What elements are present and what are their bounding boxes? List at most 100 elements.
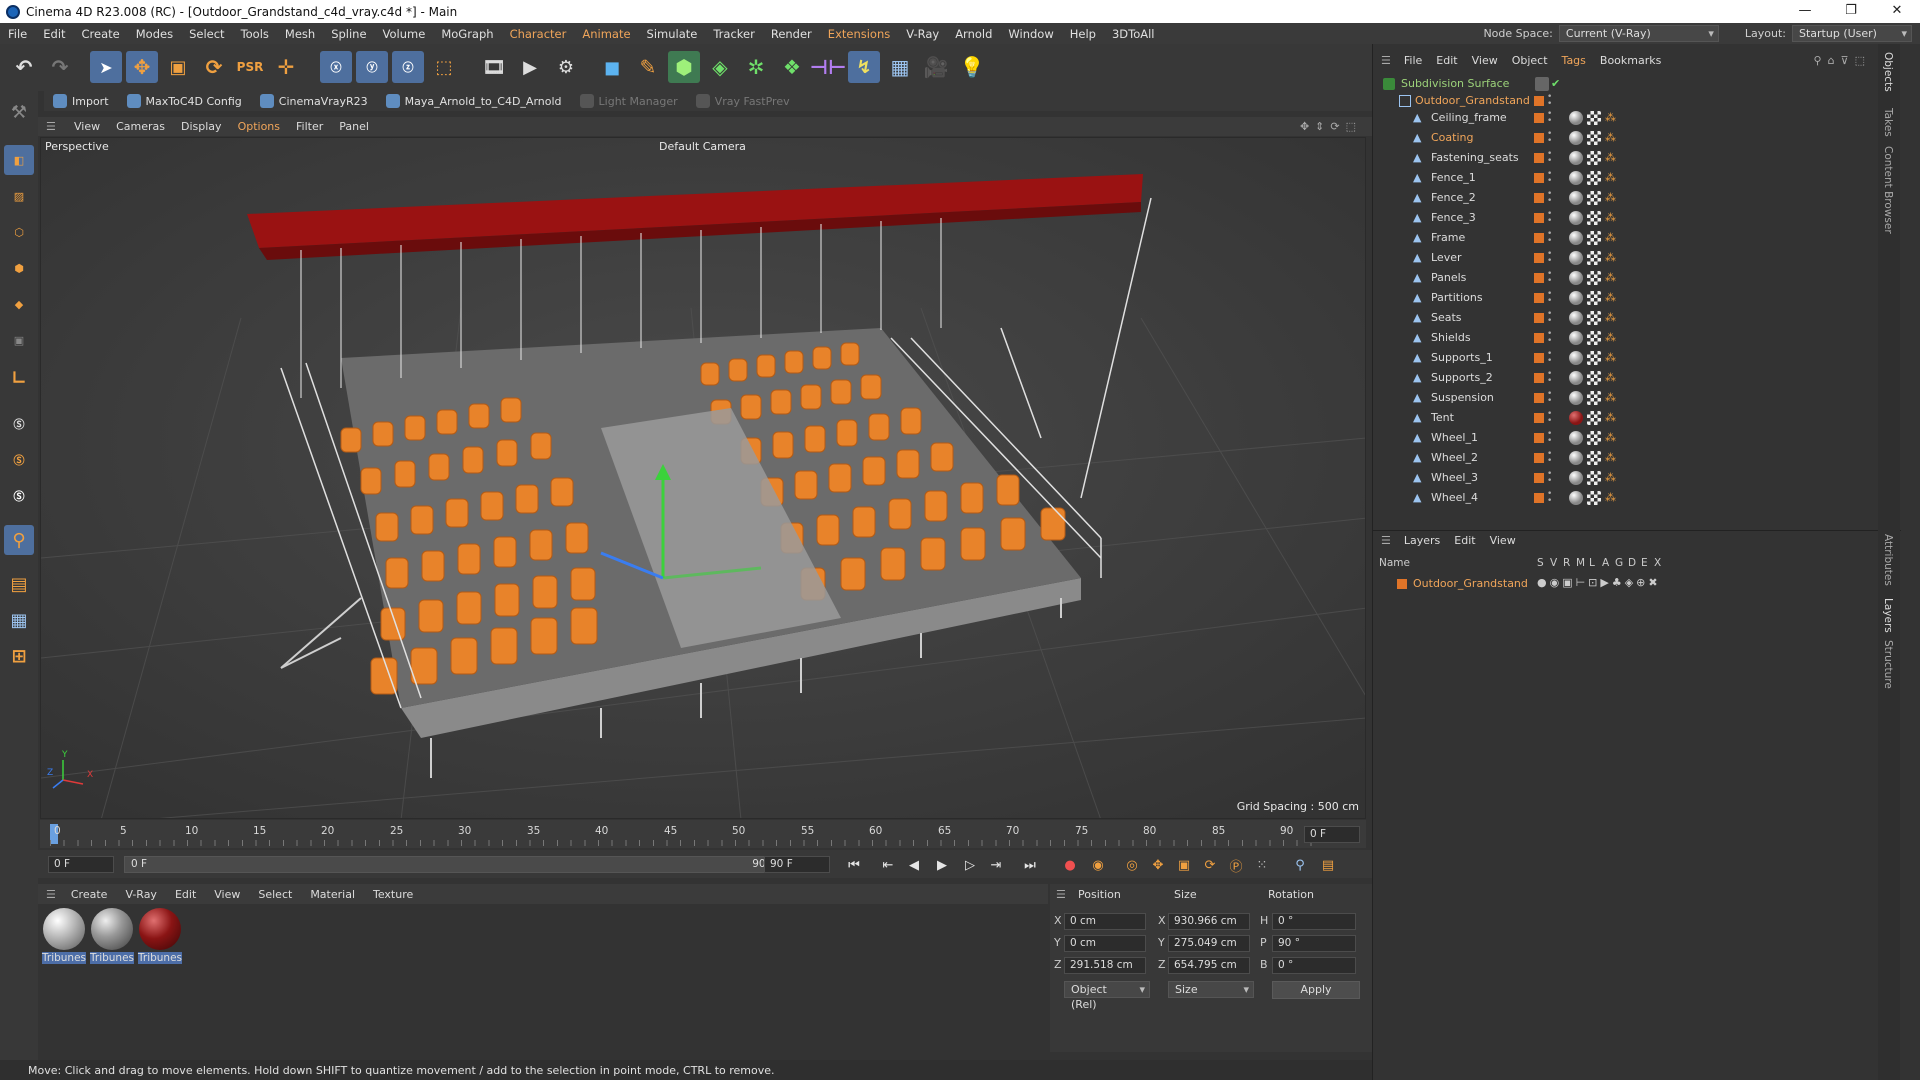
material-tag-icon[interactable]	[1569, 211, 1583, 225]
spline-tool-icon[interactable]: ↯	[848, 51, 880, 83]
workplane-icon[interactable]: ▤	[4, 569, 34, 599]
edit-toggle-icon[interactable]	[1535, 77, 1549, 91]
points-mode-icon[interactable]: ⬡	[4, 217, 34, 247]
uvw-tag-icon[interactable]	[1587, 311, 1601, 325]
menu-modes[interactable]: Modes	[128, 27, 181, 41]
play-icon[interactable]: ▶	[932, 855, 952, 875]
selection-tag-icon[interactable]: ⁂	[1605, 311, 1619, 325]
record-keys-icon[interactable]: ●	[1060, 855, 1080, 875]
viewport-menu-options[interactable]: Options	[230, 120, 288, 133]
material-menu-select[interactable]: Select	[249, 888, 301, 901]
film-strip-icon[interactable]: ▤	[1318, 855, 1338, 875]
axis-mode-icon[interactable]: ∟	[4, 363, 34, 393]
maxtoc4d-config-button[interactable]: MaxToC4D Config	[118, 94, 251, 108]
previous-frame-icon[interactable]: ◀	[904, 855, 924, 875]
layer-color-swatch[interactable]	[1534, 96, 1544, 106]
visibility-dots[interactable]: • •	[1547, 270, 1552, 286]
object-menu-view[interactable]: View	[1465, 54, 1505, 67]
visibility-dots[interactable]: • •	[1547, 130, 1552, 146]
layer-color-swatch[interactable]	[1534, 213, 1544, 223]
material-tag-icon[interactable]	[1569, 331, 1583, 345]
menu-tools[interactable]: Tools	[233, 27, 277, 41]
next-key-icon[interactable]: ⇥	[986, 855, 1006, 875]
tree-row-object[interactable]: ▲ Lever • • ⁂	[1373, 248, 1893, 268]
locked-workplane-icon[interactable]: ⊞	[4, 641, 34, 671]
cinemavray-button[interactable]: CinemaVrayR23	[251, 94, 377, 108]
selection-tag-icon[interactable]: ⁂	[1605, 171, 1619, 185]
move-tool-icon[interactable]: ✥	[126, 51, 158, 83]
layer-color-swatch[interactable]	[1534, 333, 1544, 343]
rot-b-field[interactable]: 0 °	[1272, 957, 1356, 974]
size-z-field[interactable]: 654.795 cm	[1168, 957, 1250, 974]
pos-x-field[interactable]: 0 cm	[1064, 913, 1146, 930]
menu-simulate[interactable]: Simulate	[639, 27, 706, 41]
selection-tag-icon[interactable]: ⁂	[1605, 451, 1619, 465]
uvw-tag-icon[interactable]	[1587, 291, 1601, 305]
selection-tag-icon[interactable]: ⁂	[1605, 211, 1619, 225]
material-menu-edit[interactable]: Edit	[166, 888, 205, 901]
object-menu-object[interactable]: Object	[1505, 54, 1555, 67]
world-axis-icon[interactable]: ✛	[270, 51, 302, 83]
start-frame-field[interactable]: 0 F	[48, 856, 114, 873]
selection-tag-icon[interactable]: ⁂	[1605, 331, 1619, 345]
subdivision-generator-icon[interactable]: ⬢	[668, 51, 700, 83]
layers-menu-edit[interactable]: Edit	[1447, 534, 1482, 547]
uvw-tag-icon[interactable]	[1587, 131, 1601, 145]
coordinate-system-icon[interactable]: ⬚	[428, 51, 460, 83]
deformer-icon[interactable]: ❖	[776, 51, 808, 83]
tree-row-object[interactable]: ▲ Coating • • ⁂	[1373, 128, 1893, 148]
object-menu-bookmarks[interactable]: Bookmarks	[1593, 54, 1668, 67]
layer-color-swatch[interactable]	[1397, 579, 1407, 589]
layer-row[interactable]: Outdoor_Grandstand ●◉▣⊢⊡▶♣◈⊕✖	[1379, 575, 1889, 593]
mograph-cloner-icon[interactable]: ✲	[740, 51, 772, 83]
visibility-dots[interactable]: • •	[1547, 490, 1552, 506]
edges-mode-icon[interactable]: ⬢	[4, 253, 34, 283]
menu-animate[interactable]: Animate	[574, 27, 638, 41]
material-swatch[interactable]: Tribunes	[138, 908, 182, 964]
selection-tag-icon[interactable]: ⁂	[1605, 391, 1619, 405]
tree-row-object[interactable]: ▲ Frame • • ⁂	[1373, 228, 1893, 248]
layer-toggle-icons[interactable]: ●◉▣⊢⊡▶♣◈⊕✖	[1537, 576, 1661, 589]
tree-row-object[interactable]: ▲ Wheel_4 • • ⁂	[1373, 488, 1893, 508]
uvw-tag-icon[interactable]	[1587, 391, 1601, 405]
tree-row-object[interactable]: ▲ Supports_1 • • ⁂	[1373, 348, 1893, 368]
uv-mode-icon[interactable]: ▣	[4, 325, 34, 355]
snap-settings-icon[interactable]: Ⓢ	[4, 445, 34, 475]
material-tag-icon[interactable]	[1569, 371, 1583, 385]
layer-color-swatch[interactable]	[1534, 273, 1544, 283]
uvw-tag-icon[interactable]	[1587, 371, 1601, 385]
quantize-icon[interactable]: Ⓢ	[4, 481, 34, 511]
viewport-camera[interactable]: Default Camera	[659, 140, 746, 153]
material-tag-icon[interactable]	[1569, 431, 1583, 445]
scale-tool-icon[interactable]: ▣	[162, 51, 194, 83]
layer-color-swatch[interactable]	[1534, 493, 1544, 503]
uvw-tag-icon[interactable]	[1587, 211, 1601, 225]
keyframe-selection-icon[interactable]: ◎	[1122, 855, 1142, 875]
material-tag-icon[interactable]	[1569, 251, 1583, 265]
redo-icon[interactable]: ↷	[44, 51, 76, 83]
tree-row-object[interactable]: ▲ Fastening_seats • • ⁂	[1373, 148, 1893, 168]
size-y-field[interactable]: 275.049 cm	[1168, 935, 1250, 952]
layers-menu-layers[interactable]: Layers	[1397, 534, 1447, 547]
pos-y-field[interactable]: 0 cm	[1064, 935, 1146, 952]
menu-3dtoall[interactable]: 3DToAll	[1104, 27, 1163, 41]
cube-primitive-icon[interactable]: ◼	[596, 51, 628, 83]
menu-arnold[interactable]: Arnold	[947, 27, 1000, 41]
material-tag-icon[interactable]	[1569, 471, 1583, 485]
material-tag-icon[interactable]	[1569, 451, 1583, 465]
point-level-animation-icon[interactable]: ⁙	[1252, 855, 1272, 875]
node-space-dropdown[interactable]: Current (V-Ray)	[1558, 25, 1719, 42]
timeline-window-icon[interactable]: ⚲	[1290, 855, 1310, 875]
menu-vray[interactable]: V-Ray	[898, 27, 947, 41]
visibility-dots[interactable]: • •	[1547, 390, 1552, 406]
3d-viewport[interactable]: Perspective Default Camera Grid Spacing …	[40, 137, 1366, 819]
coord-mode-dropdown[interactable]: Object (Rel)	[1064, 981, 1150, 1011]
layer-color-swatch[interactable]	[1534, 133, 1544, 143]
texture-mode-icon[interactable]: ▨	[4, 181, 34, 211]
visibility-dots[interactable]: • •	[1547, 410, 1552, 426]
layer-color-swatch[interactable]	[1534, 233, 1544, 243]
parameter-key-icon[interactable]: Ⓟ	[1226, 855, 1246, 875]
visibility-dots[interactable]: • •	[1547, 450, 1552, 466]
timeline-ruler[interactable]: 0 5 10 15 20 25 30 35 40 45 50 55 60 65 …	[40, 820, 1366, 848]
tree-row-object[interactable]: ▲ Wheel_1 • • ⁂	[1373, 428, 1893, 448]
